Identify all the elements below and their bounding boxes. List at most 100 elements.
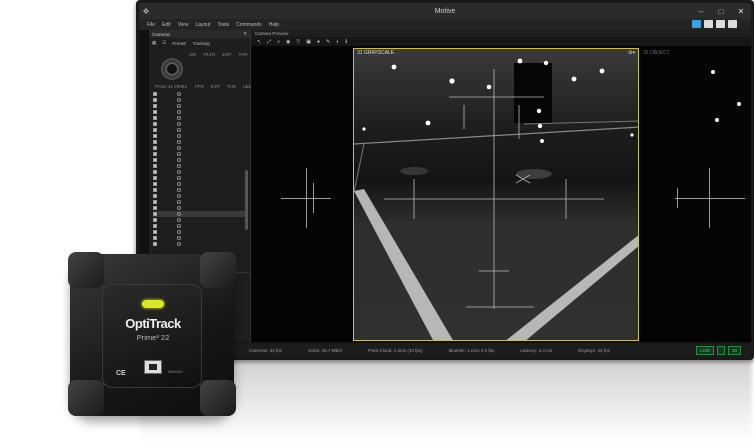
camera-checkbox[interactable] xyxy=(153,152,157,156)
camera-radio[interactable] xyxy=(177,218,181,222)
camera-checkbox[interactable] xyxy=(153,194,157,198)
status-cameras: Cameras: 33 fps xyxy=(249,347,283,353)
camera-checkbox[interactable] xyxy=(153,92,157,96)
cameras-toolbar: ▦ ☰ Preset: Tracking xyxy=(149,38,250,48)
layout-create-icon[interactable] xyxy=(704,20,713,28)
camera-radio[interactable] xyxy=(177,164,181,168)
camera-radio[interactable] xyxy=(177,194,181,198)
gear-icon[interactable]: ⚙▾ xyxy=(628,50,635,56)
pen-icon[interactable]: ✎ xyxy=(326,39,330,45)
camera-radio[interactable] xyxy=(177,92,181,96)
camera-view-right[interactable]: 32 OBJECT xyxy=(639,48,751,341)
camera-radio[interactable] xyxy=(177,98,181,102)
camera-radio[interactable] xyxy=(177,122,181,126)
crosshair-vertical-2 xyxy=(313,183,314,213)
grid-icon[interactable]: ▦ xyxy=(152,40,156,46)
camera-checkbox[interactable] xyxy=(153,176,157,180)
camera-radio[interactable] xyxy=(177,146,181,150)
record-icon[interactable]: ● xyxy=(317,39,320,45)
info-icon[interactable]: ℹ xyxy=(345,39,347,45)
camera-radio[interactable] xyxy=(177,140,181,144)
column-exp: EXP xyxy=(222,52,232,57)
close-icon[interactable]: ✕ xyxy=(731,7,751,16)
camera-checkbox[interactable] xyxy=(153,164,157,168)
camera-checkbox[interactable] xyxy=(153,146,157,150)
camera-radio[interactable] xyxy=(177,212,181,216)
camera-radio[interactable] xyxy=(177,158,181,162)
layout-capture-icon[interactable] xyxy=(716,20,725,28)
camera-radio[interactable] xyxy=(177,230,181,234)
zoom-icon[interactable]: ⌕ xyxy=(277,39,280,45)
marker-dot xyxy=(737,102,741,106)
camera-checkbox[interactable] xyxy=(153,134,157,138)
camera-checkbox[interactable] xyxy=(153,212,157,216)
menu-bar: File Edit View Layout Tools Commands Hel… xyxy=(139,19,751,30)
video-icon[interactable]: ▣ xyxy=(306,39,311,45)
camera-checkbox[interactable] xyxy=(153,104,157,108)
camera-checkbox[interactable] xyxy=(153,98,157,102)
layout-calibrate-icon[interactable] xyxy=(692,20,701,28)
camera-overlay xyxy=(354,58,638,340)
camera-radio[interactable] xyxy=(177,182,181,186)
camera-checkbox[interactable] xyxy=(153,200,157,204)
menu-layout[interactable]: Layout xyxy=(195,22,210,28)
camera-checkbox[interactable] xyxy=(153,170,157,174)
camera-radio[interactable] xyxy=(177,206,181,210)
camera-radio[interactable] xyxy=(177,242,181,246)
camera-checkbox[interactable] xyxy=(153,116,157,120)
list-icon[interactable]: ☰ xyxy=(162,40,166,46)
camera-radio[interactable] xyxy=(177,236,181,240)
crosshair-vertical xyxy=(709,168,710,228)
camera-checkbox[interactable] xyxy=(153,110,157,114)
menu-tools[interactable]: Tools xyxy=(217,22,229,28)
live-badge-3[interactable]: 30 xyxy=(727,346,741,355)
zoom-fit-icon[interactable]: ⤢ xyxy=(267,39,271,45)
cameras-panel-title: Cameras xyxy=(152,31,171,37)
camera-checkbox[interactable] xyxy=(153,236,157,240)
menu-view[interactable]: View xyxy=(178,22,189,28)
camera-checkbox[interactable] xyxy=(153,230,157,234)
layout-edit-icon[interactable] xyxy=(728,20,737,28)
camera-checkbox[interactable] xyxy=(153,182,157,186)
live-badge-2[interactable] xyxy=(716,346,725,355)
preset-dropdown[interactable]: Tracking xyxy=(193,41,210,46)
menu-file[interactable]: File xyxy=(147,22,155,28)
camera-radio[interactable] xyxy=(177,188,181,192)
camera-row[interactable] xyxy=(153,241,245,247)
camera-radio[interactable] xyxy=(177,224,181,228)
minimize-icon[interactable]: – xyxy=(691,7,711,16)
camera-radio[interactable] xyxy=(177,200,181,204)
camera-checkbox[interactable] xyxy=(153,188,157,192)
camera-radio[interactable] xyxy=(177,134,181,138)
camera-radio[interactable] xyxy=(177,104,181,108)
mask-icon[interactable]: ◉ xyxy=(286,39,290,45)
scrollbar[interactable] xyxy=(245,170,248,230)
camera-radio[interactable] xyxy=(177,116,181,120)
filter-icon[interactable]: ▽ xyxy=(296,39,300,45)
camera-radio[interactable] xyxy=(177,128,181,132)
live-badge[interactable]: LIVE xyxy=(696,346,714,355)
camera-checkbox[interactable] xyxy=(153,122,157,126)
camera-radio[interactable] xyxy=(177,152,181,156)
maximize-icon[interactable]: □ xyxy=(711,7,731,16)
close-panel-icon[interactable]: ✕ xyxy=(243,31,247,37)
camera-checkbox[interactable] xyxy=(153,128,157,132)
menu-commands[interactable]: Commands xyxy=(236,22,262,28)
visibility-icon[interactable]: ◐ xyxy=(336,39,339,45)
camera-checkbox[interactable] xyxy=(153,206,157,210)
camera-checkbox[interactable] xyxy=(153,218,157,222)
camera-radio[interactable] xyxy=(177,176,181,180)
menu-help[interactable]: Help xyxy=(269,22,279,28)
camera-radio[interactable] xyxy=(177,170,181,174)
camera-radio[interactable] xyxy=(177,110,181,114)
camera-view-main[interactable]: 31 GRAYSCALE ⚙▾ xyxy=(353,48,639,341)
camera-name: Prime 41 #8393 xyxy=(155,84,187,89)
camera-checkbox[interactable] xyxy=(153,242,157,246)
pointer-icon[interactable]: ↖ xyxy=(257,39,261,45)
camera-view-left[interactable] xyxy=(251,48,353,341)
optitrack-logo-icon: ❖ xyxy=(142,6,150,16)
camera-checkbox[interactable] xyxy=(153,224,157,228)
menu-edit[interactable]: Edit xyxy=(162,22,171,28)
camera-checkbox[interactable] xyxy=(153,140,157,144)
camera-checkbox[interactable] xyxy=(153,158,157,162)
